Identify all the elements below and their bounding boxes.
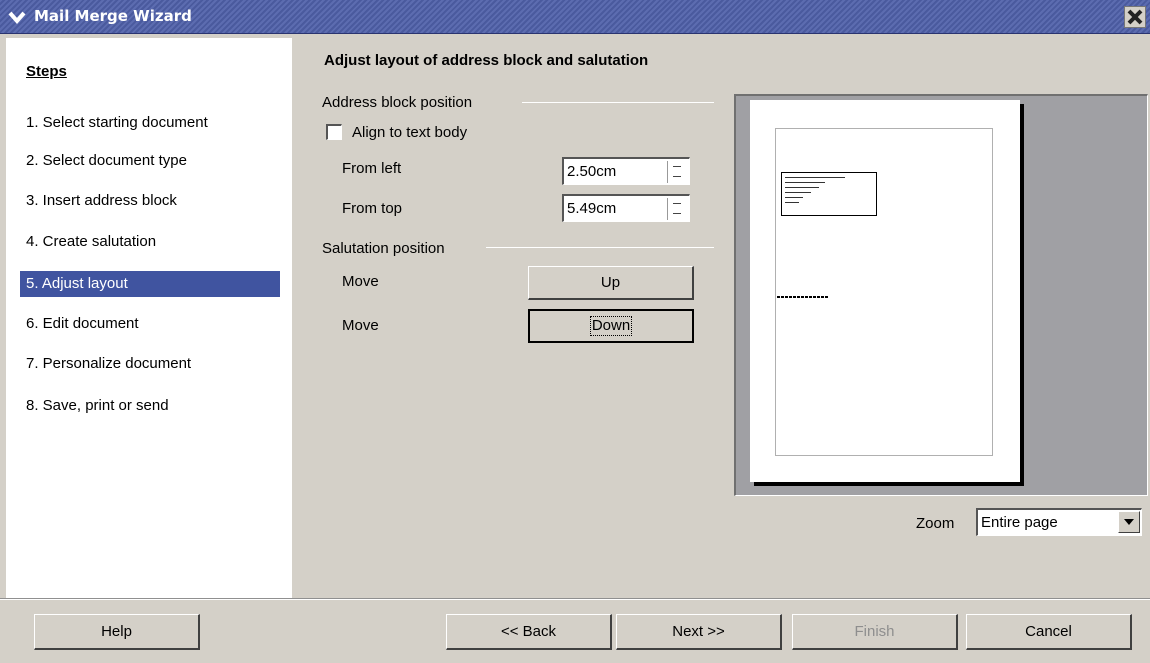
from-left-spin-arrows-icon[interactable]: [667, 161, 687, 183]
zoom-select[interactable]: Entire page: [976, 508, 1142, 536]
window-menu-chevron-icon[interactable]: [6, 6, 28, 28]
address-group-divider: [522, 102, 714, 103]
step-adjust-layout[interactable]: 5. Adjust layout: [20, 271, 280, 297]
down-button-label: Down: [589, 316, 633, 336]
step-insert-address-block[interactable]: 3. Insert address block: [20, 188, 280, 214]
steps-sidebar: Steps 1. Select starting document 2. Sel…: [6, 38, 292, 598]
salutation-group-divider: [486, 247, 714, 248]
from-top-spinner[interactable]: 5.49cm: [562, 194, 690, 222]
layout-preview[interactable]: [734, 94, 1148, 496]
preview-page: [750, 100, 1020, 482]
address-line: [785, 197, 803, 198]
zoom-value: Entire page: [981, 514, 1058, 531]
move-down-label: Move: [342, 317, 379, 334]
window-title: Mail Merge Wizard: [34, 7, 192, 25]
next-button[interactable]: Next >>: [616, 614, 782, 650]
align-to-text-body-checkbox[interactable]: [326, 124, 342, 140]
address-block-group-label: Address block position: [322, 94, 473, 111]
from-top-label: From top: [342, 200, 403, 217]
title-bar: Mail Merge Wizard: [0, 0, 1150, 34]
address-line: [785, 177, 845, 178]
step-select-document-type[interactable]: 2. Select document type: [20, 148, 280, 174]
step-create-salutation[interactable]: 4. Create salutation: [20, 229, 280, 255]
main-panel: Adjust layout of address block and salut…: [296, 38, 1148, 598]
move-up-label: Move: [342, 273, 379, 290]
from-top-spin-arrows-icon[interactable]: [667, 198, 687, 220]
step-edit-document[interactable]: 6. Edit document: [20, 311, 280, 337]
down-button[interactable]: Down: [528, 309, 694, 343]
from-left-value: 2.50cm: [567, 163, 617, 180]
finish-button[interactable]: Finish: [792, 614, 958, 650]
preview-salutation[interactable]: [777, 296, 829, 298]
step-select-starting-document[interactable]: 1. Select starting document: [20, 110, 280, 136]
align-to-text-body-label: Align to text body: [352, 124, 468, 141]
help-button[interactable]: Help: [34, 614, 200, 650]
cancel-button[interactable]: Cancel: [966, 614, 1132, 650]
address-line: [785, 187, 819, 188]
address-line: [785, 202, 799, 203]
from-left-label: From left: [342, 160, 402, 177]
salutation-group-label: Salutation position: [322, 240, 445, 257]
steps-title: Steps: [26, 63, 67, 80]
dropdown-arrow-icon[interactable]: [1118, 511, 1140, 533]
address-line: [785, 182, 825, 183]
up-button[interactable]: Up: [528, 266, 694, 300]
back-button[interactable]: << Back: [446, 614, 612, 650]
close-icon[interactable]: [1124, 6, 1146, 28]
preview-address-block[interactable]: [781, 172, 877, 216]
from-left-spinner[interactable]: 2.50cm: [562, 157, 690, 185]
address-line: [785, 192, 811, 193]
footer-divider: [0, 598, 1150, 600]
step-personalize-document[interactable]: 7. Personalize document: [20, 351, 280, 377]
step-save-print-send[interactable]: 8. Save, print or send: [20, 393, 280, 419]
page-title: Adjust layout of address block and salut…: [324, 52, 649, 69]
zoom-label: Zoom: [916, 515, 955, 532]
from-top-value: 5.49cm: [567, 200, 617, 217]
